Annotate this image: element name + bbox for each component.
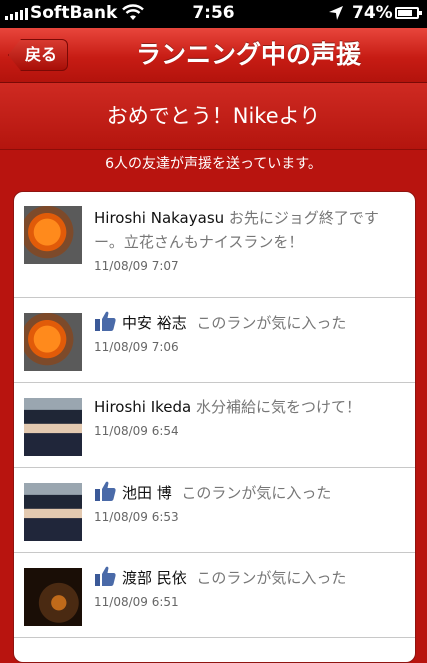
cheer-content: 池田 博 このランが気に入った 11/08/09 6:53 — [94, 480, 407, 525]
cheer-timestamp: 11/08/09 7:06 — [94, 340, 179, 354]
cheer-content: 中安 裕志 このランが気に入った 11/08/09 7:06 — [94, 310, 407, 355]
cheer-count-text: 6人の友達が声援を送っています。 — [105, 156, 322, 172]
avatar — [24, 568, 82, 626]
like-thumb-icon — [95, 311, 116, 331]
list-item[interactable]: 渡部 民依 このランが気に入った 11/08/09 6:51 — [14, 553, 415, 638]
friend-name: Hiroshi Ikeda — [94, 398, 192, 416]
cheer-content: Hiroshi Ikeda 水分補給に気をつけて！ 11/08/09 6:54 — [94, 395, 407, 439]
list-item[interactable]: 中安 裕志 このランが気に入った 11/08/09 7:06 — [14, 298, 415, 383]
cheer-timestamp: 11/08/09 6:54 — [94, 424, 179, 438]
list-item[interactable]: Hiroshi Ikeda 水分補給に気をつけて！ 11/08/09 6:54 — [14, 383, 415, 468]
like-thumb-icon — [95, 566, 116, 586]
cheer-timestamp: 11/08/09 6:51 — [94, 595, 179, 609]
cheer-timestamp: 11/08/09 7:07 — [94, 259, 179, 273]
avatar — [24, 206, 82, 264]
congrats-banner: おめでとう！Nikeより — [0, 83, 427, 150]
cheer-content: 渡部 民依 このランが気に入った 11/08/09 6:51 — [94, 565, 407, 610]
friend-name: Hiroshi Nakayasu — [94, 209, 225, 227]
location-arrow-icon — [329, 6, 343, 20]
friend-name: 池田 博 — [122, 484, 172, 502]
friend-name: 中安 裕志 — [122, 314, 187, 332]
avatar — [24, 483, 82, 541]
battery-percent: 74% — [352, 3, 393, 23]
status-bar: SoftBank 7:56 74% — [0, 0, 427, 28]
cheer-message: 水分補給に気をつけて！ — [196, 398, 362, 416]
like-thumb-icon — [95, 481, 116, 501]
avatar — [24, 398, 82, 456]
cheer-message: このランが気に入った — [196, 569, 347, 587]
avatar — [24, 313, 82, 371]
cheer-content: Hiroshi Nakayasu お先にジョグ終了ですー。立花さんもナイスランを… — [94, 206, 407, 274]
cheer-list: Hiroshi Nakayasu お先にジョグ終了ですー。立花さんもナイスランを… — [13, 191, 416, 663]
list-item[interactable]: Hiroshi Nakayasu お先にジョグ終了ですー。立花さんもナイスランを… — [14, 192, 415, 298]
cheer-timestamp: 11/08/09 6:53 — [94, 510, 179, 524]
battery-icon — [395, 7, 422, 19]
page-title: ランニング中の声援 — [135, 40, 361, 69]
cheer-message: このランが気に入った — [196, 314, 347, 332]
list-item[interactable]: 池田 博 このランが気に入った 11/08/09 6:53 — [14, 468, 415, 553]
back-button[interactable]: 戻る — [8, 39, 68, 71]
cheer-message: このランが気に入った — [181, 484, 332, 502]
navigation-bar: 戻る ランニング中の声援 — [0, 28, 427, 83]
friend-name: 渡部 民依 — [122, 569, 187, 587]
